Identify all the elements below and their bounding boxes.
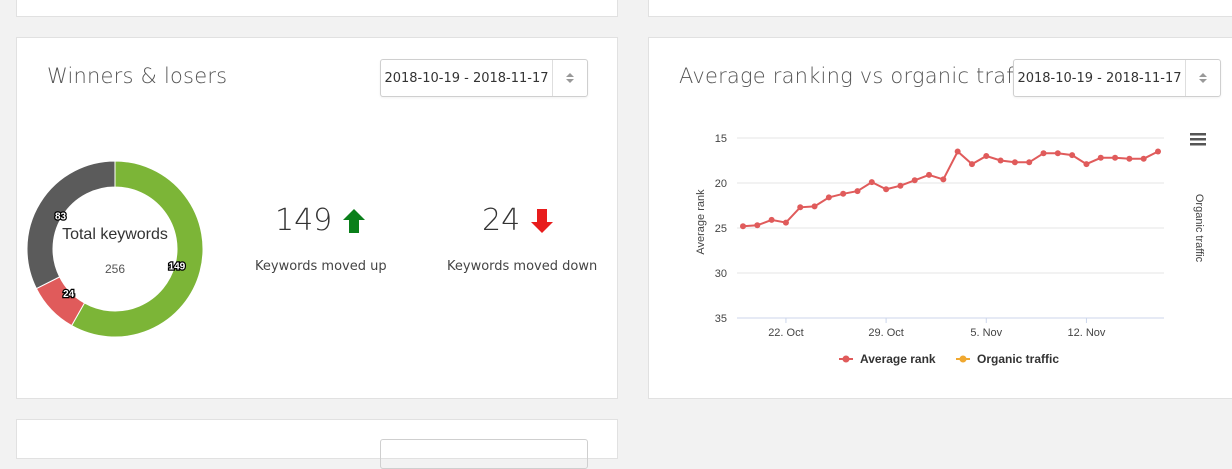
donut-slice[interactable] (26, 160, 116, 290)
average-rank-point[interactable] (754, 222, 761, 229)
average-rank-point[interactable] (1026, 159, 1033, 166)
average-rank-point[interactable] (868, 179, 875, 186)
x-tick-label: 12. Nov (1067, 327, 1105, 339)
moved-down-stat: 24 (482, 203, 554, 238)
y-tick-label: 30 (715, 268, 727, 280)
y-tick-label: 20 (715, 178, 727, 190)
average-rank-point[interactable] (854, 188, 861, 195)
moved-up-value: 149 (275, 203, 333, 238)
date-range-value: 2018-10-19 - 2018-11-17 (384, 70, 549, 86)
select-arrows-icon (1185, 60, 1220, 96)
x-tick-label: 5. Nov (970, 327, 1002, 339)
donut-center-value: 256 (105, 262, 125, 276)
donut-slice-label: 83 (55, 211, 67, 222)
average-rank-point[interactable] (825, 194, 832, 201)
legend-label: Average rank (860, 352, 936, 366)
average-rank-point[interactable] (983, 153, 990, 159)
bottom-card-date-select[interactable] (380, 439, 588, 469)
legend-label: Organic traffic (977, 352, 1059, 366)
ranking-line-chart: 15 20 25 30 35 22. Oct 29. Oct 5. Nov 12. Nov A… (695, 133, 1205, 366)
date-range-value: 2018-10-19 - 2018-11-17 (1017, 70, 1182, 86)
ranking-traffic-date-select[interactable]: 2018-10-19 - 2018-11-17 (1013, 59, 1221, 97)
legend-item[interactable]: Organic traffic (956, 352, 1059, 366)
average-rank-point[interactable] (1011, 159, 1018, 166)
average-rank-point[interactable] (797, 204, 804, 211)
average-rank-point[interactable] (1083, 161, 1090, 168)
average-rank-point[interactable] (997, 157, 1004, 164)
y-tick-label: 15 (715, 133, 727, 145)
average-rank-point[interactable] (1054, 150, 1061, 157)
ranking-traffic-card: Average ranking vs organic traffic 2018-… (648, 37, 1232, 399)
average-rank-point[interactable] (911, 177, 918, 184)
legend-item[interactable]: Average rank (839, 352, 936, 366)
legend-marker (842, 355, 850, 363)
y-tick-label: 35 (715, 313, 727, 325)
average-rank-point[interactable] (954, 148, 961, 155)
average-rank-point[interactable] (883, 186, 890, 193)
average-rank-point[interactable] (782, 219, 789, 226)
average-rank-point[interactable] (897, 182, 904, 189)
donut-slice-label: 149 (169, 261, 186, 272)
select-arrows-icon (552, 60, 587, 96)
y-axis-label: Average rank (695, 189, 707, 255)
arrow-down-icon (531, 208, 554, 233)
top-left-card (16, 0, 618, 17)
average-rank-point[interactable] (968, 161, 975, 168)
average-rank-point[interactable] (840, 190, 847, 197)
winners-losers-title: Winners & losers (47, 64, 228, 88)
winners-losers-card: Winners & losers 2018-10-19 - 2018-11-17… (16, 37, 618, 399)
moved-down-value: 24 (482, 203, 521, 238)
average-rank-point[interactable] (811, 203, 818, 210)
x-tick-label: 29. Oct (868, 327, 903, 339)
average-rank-point[interactable] (1097, 154, 1104, 161)
average-rank-point[interactable] (1040, 150, 1047, 157)
average-rank-point[interactable] (1155, 148, 1161, 155)
donut-center-title: Total keywords (62, 226, 168, 243)
legend-marker (959, 355, 967, 363)
average-rank-point[interactable] (1126, 155, 1133, 162)
average-rank-point[interactable] (1112, 154, 1119, 161)
moved-up-stat: 149 (275, 203, 366, 238)
average-rank-point[interactable] (740, 223, 746, 230)
y2-axis-label: Organic traffic (1193, 194, 1205, 263)
arrow-up-icon (343, 208, 366, 233)
ranking-traffic-title: Average ranking vs organic traffic (679, 64, 1040, 88)
moved-down-label: Keywords moved down (447, 259, 598, 274)
average-rank-point[interactable] (926, 171, 933, 178)
donut-slice-label: 24 (63, 289, 75, 300)
winners-losers-date-select[interactable]: 2018-10-19 - 2018-11-17 (380, 59, 588, 97)
bottom-left-card (16, 419, 618, 469)
y-tick-label: 25 (715, 223, 727, 235)
average-rank-point[interactable] (940, 176, 947, 183)
average-rank-point[interactable] (768, 216, 775, 223)
average-rank-line (742, 149, 1159, 228)
average-rank-point[interactable] (1140, 155, 1147, 162)
keywords-donut-chart: Total keywords 256 149 24 83 (26, 160, 204, 338)
x-tick-label: 22. Oct (768, 327, 803, 339)
top-right-card (648, 0, 1232, 17)
average-rank-point[interactable] (1069, 152, 1076, 159)
moved-up-label: Keywords moved up (255, 259, 387, 274)
